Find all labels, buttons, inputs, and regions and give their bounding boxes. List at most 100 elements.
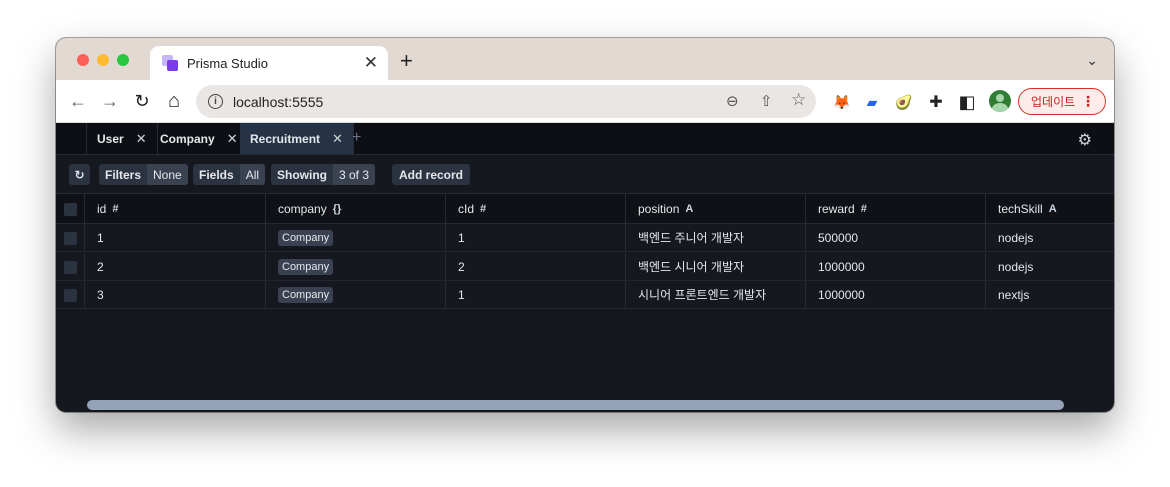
column-header-reward[interactable]: reward # xyxy=(805,194,985,223)
add-tab-button[interactable]: + xyxy=(352,129,361,147)
forward-icon[interactable]: → xyxy=(98,89,122,113)
address-bar[interactable]: i localhost:5555 ⊖ ⇧ ☆ xyxy=(196,85,816,118)
table-row[interactable]: 3 Company 1 시니어 프론트엔드 개발자 1000000 nextjs xyxy=(56,281,1114,309)
horizontal-scrollbar[interactable] xyxy=(87,400,1064,410)
side-panel-icon[interactable]: ◧ xyxy=(957,92,977,112)
metamask-extension-icon[interactable]: 🦊 xyxy=(832,92,852,112)
close-icon[interactable]: ✕ xyxy=(332,131,343,147)
row-checkbox[interactable] xyxy=(64,261,77,274)
cell-id[interactable]: 2 xyxy=(84,253,265,280)
number-type-icon: # xyxy=(112,202,119,215)
row-checkbox[interactable] xyxy=(64,289,77,302)
studio-tab-label: Recruitment xyxy=(250,131,321,146)
cell-cid[interactable]: 1 xyxy=(445,224,625,251)
cell-company[interactable]: Company xyxy=(265,281,445,308)
relation-chip[interactable]: Company xyxy=(278,258,334,275)
cell-id[interactable]: 1 xyxy=(84,224,265,251)
bookmark-star-icon[interactable]: ☆ xyxy=(791,90,806,110)
showing-button[interactable]: Showing 3 of 3 xyxy=(271,164,376,185)
settings-gear-icon[interactable]: ⚙ xyxy=(1078,130,1092,150)
refresh-button[interactable]: ↻ xyxy=(69,164,90,185)
fields-button[interactable]: Fields All xyxy=(193,164,266,185)
cell-techskill[interactable]: nodejs xyxy=(985,253,1114,280)
more-menu-icon[interactable]: ⋮ xyxy=(1081,93,1095,110)
number-type-icon: # xyxy=(480,202,487,215)
prisma-favicon-icon xyxy=(162,55,178,71)
studio-tab-bar: User ✕ Company ✕ Recruitment ✕ + ⚙ xyxy=(56,123,1114,155)
filters-label: Filters xyxy=(99,164,148,185)
browser-window: Prisma Studio ✕ + ⌄ ← → ↻ ⌂ i localhost:… xyxy=(56,38,1114,412)
site-info-icon[interactable]: i xyxy=(208,94,223,109)
column-name: techSkill xyxy=(998,201,1043,216)
update-label: 업데이트 xyxy=(1031,95,1076,109)
reload-icon[interactable]: ↻ xyxy=(130,89,154,113)
cell-reward[interactable]: 500000 xyxy=(805,224,985,251)
browser-toolbar: ← → ↻ ⌂ i localhost:5555 ⊖ ⇧ ☆ 🦊 ▰ 🥑 ✚ ◧… xyxy=(56,80,1114,123)
minimize-window-button[interactable] xyxy=(97,54,109,66)
studio-tab-label: Company xyxy=(160,131,215,146)
home-icon[interactable]: ⌂ xyxy=(162,89,186,113)
title-bar: Prisma Studio ✕ + ⌄ xyxy=(56,38,1114,80)
column-header-techskill[interactable]: techSkill A xyxy=(985,194,1114,223)
column-name: position xyxy=(638,201,680,216)
extensions-puzzle-icon[interactable]: ✚ xyxy=(926,92,946,112)
update-button[interactable]: 업데이트 ⋮ xyxy=(1018,88,1106,115)
cell-position[interactable]: 시니어 프론트엔드 개발자 xyxy=(625,281,805,308)
tab-search-chevron-icon[interactable]: ⌄ xyxy=(1086,52,1098,69)
new-tab-button[interactable]: + xyxy=(400,50,413,72)
zoom-icon[interactable]: ⊖ xyxy=(726,92,739,110)
cell-reward[interactable]: 1000000 xyxy=(805,281,985,308)
string-type-icon: A xyxy=(685,202,694,215)
browser-tab[interactable]: Prisma Studio ✕ xyxy=(150,46,388,80)
studio-action-bar: ↻ Filters None Fields All Showing 3 of 3… xyxy=(56,155,1114,194)
refresh-icon: ↻ xyxy=(74,167,85,182)
close-window-button[interactable] xyxy=(77,54,89,66)
column-header-id[interactable]: id # xyxy=(84,194,265,223)
url-text[interactable]: localhost:5555 xyxy=(233,94,323,110)
add-record-button[interactable]: Add record xyxy=(392,164,471,185)
column-name: cId xyxy=(458,201,475,216)
column-header-position[interactable]: position A xyxy=(625,194,805,223)
cell-techskill[interactable]: nextjs xyxy=(985,281,1114,308)
column-name: company xyxy=(278,201,327,216)
cell-cid[interactable]: 2 xyxy=(445,253,625,280)
string-type-icon: A xyxy=(1048,202,1057,215)
cell-id[interactable]: 3 xyxy=(84,281,265,308)
studio-tab-recruitment[interactable]: Recruitment ✕ xyxy=(240,123,354,154)
blue-extension-icon[interactable]: ▰ xyxy=(862,92,882,112)
column-header-company[interactable]: company {} xyxy=(265,194,445,223)
profile-avatar[interactable] xyxy=(989,90,1011,112)
number-type-icon: # xyxy=(860,202,867,215)
cell-position[interactable]: 백엔드 주니어 개발자 xyxy=(625,224,805,251)
cell-reward[interactable]: 1000000 xyxy=(805,253,985,280)
select-all-checkbox[interactable] xyxy=(64,203,77,216)
avocado-extension-icon[interactable]: 🥑 xyxy=(894,92,914,112)
tab-title: Prisma Studio xyxy=(187,55,268,71)
cell-position[interactable]: 백엔드 시니어 개발자 xyxy=(625,253,805,280)
studio-tab-label: User xyxy=(97,131,124,146)
relation-chip[interactable]: Company xyxy=(278,229,334,246)
maximize-window-button[interactable] xyxy=(117,54,129,66)
cell-cid[interactable]: 1 xyxy=(445,281,625,308)
relation-chip[interactable]: Company xyxy=(278,286,334,303)
relation-type-icon: {} xyxy=(332,202,342,215)
studio-tab-company[interactable]: Company ✕ xyxy=(150,123,249,154)
back-icon[interactable]: ← xyxy=(66,89,90,113)
filters-button[interactable]: Filters None xyxy=(99,164,188,185)
cell-company[interactable]: Company xyxy=(265,253,445,280)
cell-company[interactable]: Company xyxy=(265,224,445,251)
column-name: reward xyxy=(818,201,855,216)
table-row[interactable]: 2 Company 2 백엔드 시니어 개발자 1000000 nodejs xyxy=(56,253,1114,281)
column-header-cid[interactable]: cId # xyxy=(445,194,625,223)
column-name: id xyxy=(97,201,107,216)
close-icon[interactable]: ✕ xyxy=(227,131,238,147)
showing-label: Showing xyxy=(271,164,333,185)
cell-techskill[interactable]: nodejs xyxy=(985,224,1114,251)
share-icon[interactable]: ⇧ xyxy=(760,92,773,110)
row-checkbox[interactable] xyxy=(64,232,77,245)
showing-value: 3 of 3 xyxy=(333,164,376,185)
studio-tab-user[interactable]: User ✕ xyxy=(86,123,158,154)
close-icon[interactable]: ✕ xyxy=(136,131,147,147)
tab-close-icon[interactable]: ✕ xyxy=(364,53,378,73)
table-row[interactable]: 1 Company 1 백엔드 주니어 개발자 500000 nodejs xyxy=(56,224,1114,252)
